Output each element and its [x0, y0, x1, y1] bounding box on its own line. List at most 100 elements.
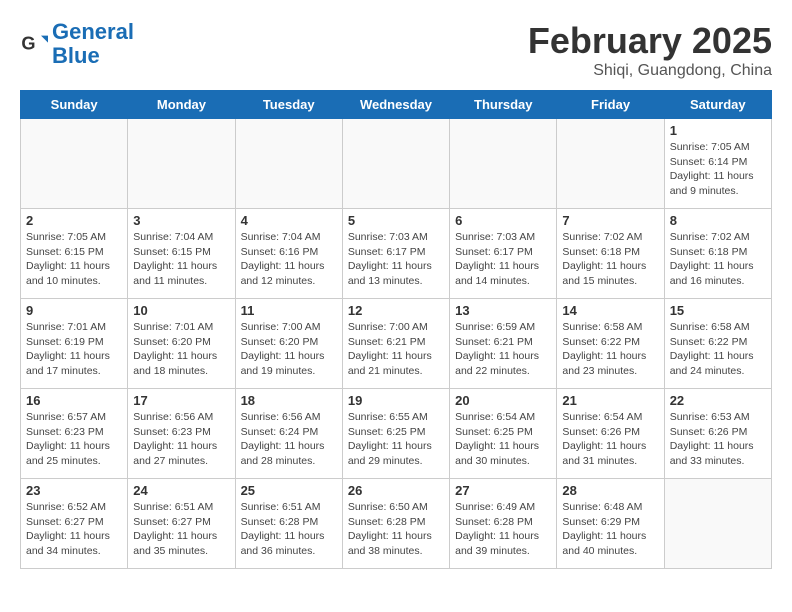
day-number: 22 — [670, 393, 766, 408]
day-number: 16 — [26, 393, 122, 408]
week-row-2: 2Sunrise: 7:05 AM Sunset: 6:15 PM Daylig… — [21, 209, 772, 299]
day-number: 26 — [348, 483, 444, 498]
weekday-saturday: Saturday — [664, 91, 771, 119]
day-number: 25 — [241, 483, 337, 498]
svg-text:G: G — [21, 34, 35, 54]
day-cell: 24Sunrise: 6:51 AM Sunset: 6:27 PM Dayli… — [128, 479, 235, 569]
day-number: 14 — [562, 303, 658, 318]
day-info: Sunrise: 7:04 AM Sunset: 6:16 PM Dayligh… — [241, 230, 337, 289]
day-cell — [235, 119, 342, 209]
week-row-4: 16 Sunrise: 6:57 AM Sunset: 6:23 PM Dayli… — [21, 389, 772, 479]
day-info: Sunrise: 7:05 AM Sunset: 6:14 PM Dayligh… — [670, 140, 766, 199]
day-cell: 21 Sunrise: 6:54 AM Sunset: 6:26 PM Dayli… — [557, 389, 664, 479]
page-header: G General Blue February 2025 Shiqi, Guan… — [20, 20, 772, 80]
day-cell: 6 Sunrise: 7:03 AM Sunset: 6:17 PM Daylig… — [450, 209, 557, 299]
day-cell: 14 Sunrise: 6:58 AM Sunset: 6:22 PM Dayli… — [557, 299, 664, 389]
day-cell: 11 Sunrise: 7:00 AM Sunset: 6:20 PM Dayli… — [235, 299, 342, 389]
day-number: 20 — [455, 393, 551, 408]
day-number: 13 — [455, 303, 551, 318]
day-info: Sunrise: 6:59 AM Sunset: 6:21 PM Dayligh… — [455, 320, 551, 379]
day-cell — [664, 479, 771, 569]
day-number: 10 — [133, 303, 229, 318]
day-number: 12 — [348, 303, 444, 318]
day-number: 19 — [348, 393, 444, 408]
week-row-3: 9 Sunrise: 7:01 AM Sunset: 6:19 PM Daylig… — [21, 299, 772, 389]
day-cell: 28 Sunrise: 6:48 AM Sunset: 6:29 PM Dayli… — [557, 479, 664, 569]
calendar-body: 1 Sunrise: 7:05 AM Sunset: 6:14 PM Daylig… — [21, 119, 772, 569]
day-info: Sunrise: 6:53 AM Sunset: 6:26 PM Dayligh… — [670, 410, 766, 469]
day-cell: 13 Sunrise: 6:59 AM Sunset: 6:21 PM Dayli… — [450, 299, 557, 389]
logo-text: General Blue — [52, 20, 134, 68]
day-info: Sunrise: 6:57 AM Sunset: 6:23 PM Dayligh… — [26, 410, 122, 469]
weekday-monday: Monday — [128, 91, 235, 119]
day-cell: 8 Sunrise: 7:02 AM Sunset: 6:18 PM Daylig… — [664, 209, 771, 299]
day-info: Sunrise: 6:49 AM Sunset: 6:28 PM Dayligh… — [455, 500, 551, 559]
weekday-header-row: SundayMondayTuesdayWednesdayThursdayFrid… — [21, 91, 772, 119]
day-cell: 12 Sunrise: 7:00 AM Sunset: 6:21 PM Dayli… — [342, 299, 449, 389]
day-cell: 20 Sunrise: 6:54 AM Sunset: 6:25 PM Dayli… — [450, 389, 557, 479]
day-info: Sunrise: 6:51 AM Sunset: 6:28 PM Dayligh… — [241, 500, 337, 559]
day-info: Sunrise: 6:54 AM Sunset: 6:25 PM Dayligh… — [455, 410, 551, 469]
day-cell: 2Sunrise: 7:05 AM Sunset: 6:15 PM Daylig… — [21, 209, 128, 299]
day-cell: 25 Sunrise: 6:51 AM Sunset: 6:28 PM Dayli… — [235, 479, 342, 569]
day-number: 18 — [241, 393, 337, 408]
weekday-wednesday: Wednesday — [342, 91, 449, 119]
day-info: Sunrise: 6:58 AM Sunset: 6:22 PM Dayligh… — [562, 320, 658, 379]
day-number: 15 — [670, 303, 766, 318]
day-number: 8 — [670, 213, 766, 228]
day-cell: 18 Sunrise: 6:56 AM Sunset: 6:24 PM Dayli… — [235, 389, 342, 479]
day-cell — [342, 119, 449, 209]
calendar-title: February 2025 — [528, 20, 772, 62]
day-cell: 4Sunrise: 7:04 AM Sunset: 6:16 PM Daylig… — [235, 209, 342, 299]
day-number: 28 — [562, 483, 658, 498]
day-number: 17 — [133, 393, 229, 408]
day-number: 5 — [348, 213, 444, 228]
weekday-sunday: Sunday — [21, 91, 128, 119]
day-cell — [450, 119, 557, 209]
day-info: Sunrise: 7:01 AM Sunset: 6:19 PM Dayligh… — [26, 320, 122, 379]
day-info: Sunrise: 7:00 AM Sunset: 6:21 PM Dayligh… — [348, 320, 444, 379]
day-cell: 7 Sunrise: 7:02 AM Sunset: 6:18 PM Daylig… — [557, 209, 664, 299]
day-number: 24 — [133, 483, 229, 498]
day-info: Sunrise: 7:03 AM Sunset: 6:17 PM Dayligh… — [455, 230, 551, 289]
day-cell — [128, 119, 235, 209]
day-info: Sunrise: 7:02 AM Sunset: 6:18 PM Dayligh… — [670, 230, 766, 289]
day-number: 2 — [26, 213, 122, 228]
day-number: 6 — [455, 213, 551, 228]
calendar-table: SundayMondayTuesdayWednesdayThursdayFrid… — [20, 90, 772, 569]
day-info: Sunrise: 7:04 AM Sunset: 6:15 PM Dayligh… — [133, 230, 229, 289]
week-row-5: 23Sunrise: 6:52 AM Sunset: 6:27 PM Dayli… — [21, 479, 772, 569]
day-cell: 17 Sunrise: 6:56 AM Sunset: 6:23 PM Dayli… — [128, 389, 235, 479]
day-cell: 3Sunrise: 7:04 AM Sunset: 6:15 PM Daylig… — [128, 209, 235, 299]
day-info: Sunrise: 6:52 AM Sunset: 6:27 PM Dayligh… — [26, 500, 122, 559]
weekday-friday: Friday — [557, 91, 664, 119]
day-info: Sunrise: 6:56 AM Sunset: 6:24 PM Dayligh… — [241, 410, 337, 469]
day-info: Sunrise: 7:01 AM Sunset: 6:20 PM Dayligh… — [133, 320, 229, 379]
day-info: Sunrise: 6:48 AM Sunset: 6:29 PM Dayligh… — [562, 500, 658, 559]
logo-blue: Blue — [52, 44, 134, 68]
day-cell: 16 Sunrise: 6:57 AM Sunset: 6:23 PM Dayli… — [21, 389, 128, 479]
day-number: 11 — [241, 303, 337, 318]
day-number: 9 — [26, 303, 122, 318]
day-cell: 23Sunrise: 6:52 AM Sunset: 6:27 PM Dayli… — [21, 479, 128, 569]
day-info: Sunrise: 6:54 AM Sunset: 6:26 PM Dayligh… — [562, 410, 658, 469]
day-cell: 9 Sunrise: 7:01 AM Sunset: 6:19 PM Daylig… — [21, 299, 128, 389]
day-cell: 5Sunrise: 7:03 AM Sunset: 6:17 PM Daylig… — [342, 209, 449, 299]
day-info: Sunrise: 6:58 AM Sunset: 6:22 PM Dayligh… — [670, 320, 766, 379]
day-info: Sunrise: 6:50 AM Sunset: 6:28 PM Dayligh… — [348, 500, 444, 559]
day-cell: 22 Sunrise: 6:53 AM Sunset: 6:26 PM Dayli… — [664, 389, 771, 479]
day-number: 1 — [670, 123, 766, 138]
day-cell: 15 Sunrise: 6:58 AM Sunset: 6:22 PM Dayli… — [664, 299, 771, 389]
weekday-tuesday: Tuesday — [235, 91, 342, 119]
day-info: Sunrise: 7:00 AM Sunset: 6:20 PM Dayligh… — [241, 320, 337, 379]
day-number: 21 — [562, 393, 658, 408]
day-number: 7 — [562, 213, 658, 228]
day-info: Sunrise: 7:02 AM Sunset: 6:18 PM Dayligh… — [562, 230, 658, 289]
day-cell — [557, 119, 664, 209]
day-cell: 10 Sunrise: 7:01 AM Sunset: 6:20 PM Dayli… — [128, 299, 235, 389]
logo-general: General — [52, 19, 134, 44]
day-cell: 26 Sunrise: 6:50 AM Sunset: 6:28 PM Dayli… — [342, 479, 449, 569]
day-info: Sunrise: 6:56 AM Sunset: 6:23 PM Dayligh… — [133, 410, 229, 469]
day-info: Sunrise: 6:55 AM Sunset: 6:25 PM Dayligh… — [348, 410, 444, 469]
calendar-subtitle: Shiqi, Guangdong, China — [528, 62, 772, 80]
